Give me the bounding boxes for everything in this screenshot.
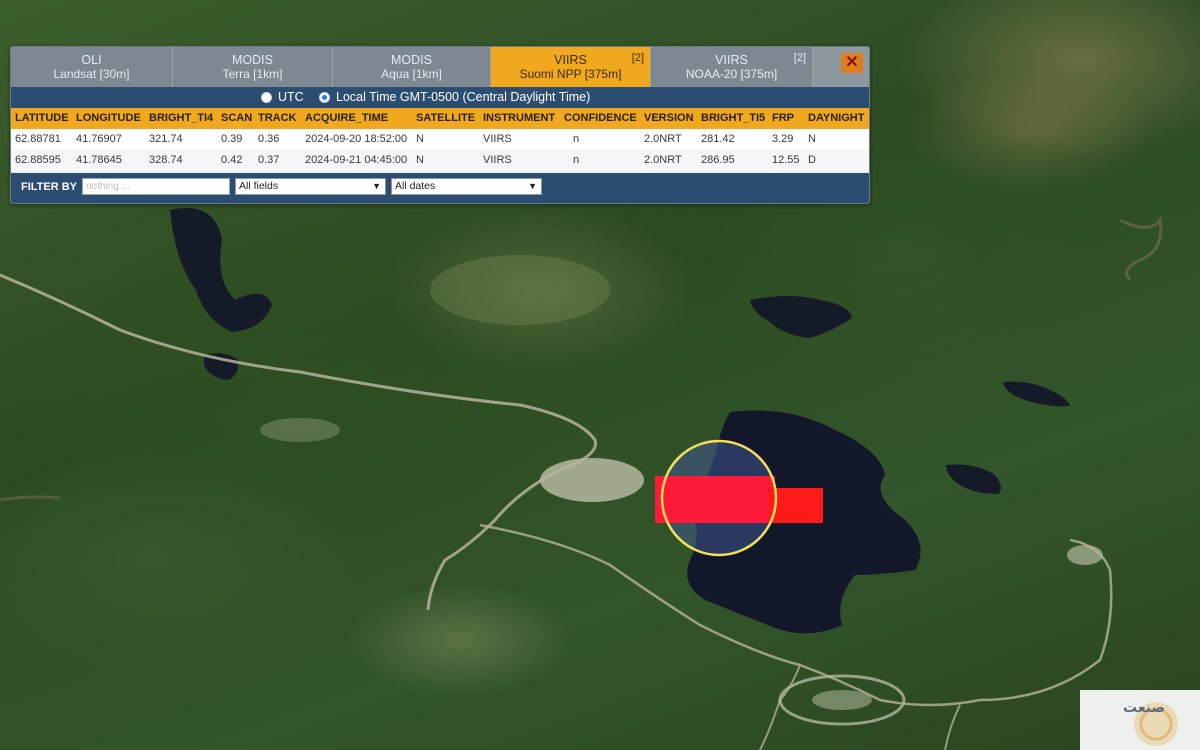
table-cell: 0.36 bbox=[258, 133, 280, 145]
table-cell: 2024-09-21 04:45:00 bbox=[305, 154, 408, 166]
time-zone-selector: UTC Local Time GMT-0500 (Central Dayligh… bbox=[11, 87, 869, 108]
column-header[interactable]: TRACK bbox=[258, 108, 297, 129]
clearing bbox=[812, 690, 872, 710]
chevron-down-icon: ▼ bbox=[372, 181, 381, 191]
table-cell: VIIRS bbox=[483, 133, 512, 145]
table-cell: N bbox=[416, 133, 424, 145]
table-cell: 2.0NRT bbox=[644, 154, 682, 166]
table-cell: 62.88781 bbox=[15, 133, 61, 145]
road bbox=[0, 273, 598, 611]
fire-detection-marker bbox=[655, 476, 775, 523]
field-select-value: All fields bbox=[239, 180, 279, 192]
lake bbox=[1003, 381, 1070, 407]
tab-viirs-suomi-npp[interactable]: VIIRS Suomi NPP [375m] [2] bbox=[491, 47, 651, 87]
field-select[interactable]: All fields ▼ bbox=[235, 178, 386, 195]
column-header[interactable]: LATITUDE bbox=[15, 108, 69, 129]
table-cell: 41.78645 bbox=[76, 154, 122, 166]
road bbox=[759, 664, 801, 750]
table-cell: 286.95 bbox=[701, 154, 735, 166]
tab-sublabel: Landsat [30m] bbox=[53, 67, 130, 81]
tab-count-badge: [2] bbox=[631, 52, 644, 64]
table-cell: 62.88595 bbox=[15, 154, 61, 166]
table-cell: 41.76907 bbox=[76, 133, 122, 145]
table-cell: 0.39 bbox=[221, 133, 243, 145]
tab-label: MODIS bbox=[232, 53, 273, 67]
table-cell: 328.74 bbox=[149, 154, 183, 166]
lake bbox=[750, 296, 852, 338]
table-cell: D bbox=[808, 154, 816, 166]
table-row[interactable]: 62.88781 41.76907 321.74 0.39 0.36 2024-… bbox=[11, 129, 869, 150]
close-icon[interactable]: ✕ bbox=[841, 53, 863, 73]
date-select[interactable]: All dates ▼ bbox=[391, 178, 542, 195]
tab-sublabel: NOAA-20 [375m] bbox=[685, 67, 778, 81]
clearing bbox=[540, 458, 644, 502]
tab-sublabel: Aqua [1km] bbox=[381, 67, 442, 81]
tab-modis-terra[interactable]: MODIS Terra [1km] bbox=[173, 47, 333, 87]
filter-text-input[interactable] bbox=[82, 178, 230, 195]
watermark-text: صنعت bbox=[1123, 700, 1165, 716]
table-cell: 2024-09-20 18:52:00 bbox=[305, 133, 408, 145]
watermark-logo: صنعت bbox=[1080, 690, 1200, 750]
column-header[interactable]: DAYNIGHT bbox=[808, 108, 864, 129]
tab-viirs-noaa-20[interactable]: VIIRS NOAA-20 [375m] [2] bbox=[651, 47, 813, 87]
column-header[interactable]: VERSION bbox=[644, 108, 694, 129]
column-header[interactable]: ACQUIRE_TIME bbox=[305, 108, 388, 129]
column-header[interactable]: CONFIDENCE bbox=[564, 108, 637, 129]
column-header[interactable]: FRP bbox=[772, 108, 794, 129]
clearing bbox=[430, 255, 610, 325]
table-header: LATITUDE LONGITUDE BRIGHT_TI4 SCAN TRACK… bbox=[11, 108, 869, 129]
tab-oli-landsat[interactable]: OLI Landsat [30m] bbox=[11, 47, 173, 87]
table-cell: VIIRS bbox=[483, 154, 512, 166]
table-cell: n bbox=[573, 133, 580, 145]
table-cell: n bbox=[573, 154, 580, 166]
table-cell: 0.37 bbox=[258, 154, 280, 166]
table-cell: 281.42 bbox=[701, 133, 735, 145]
tab-label: OLI bbox=[81, 53, 102, 67]
column-header[interactable]: BRIGHT_TI4 bbox=[149, 108, 213, 129]
column-header[interactable]: SATELLITE bbox=[416, 108, 475, 129]
column-header[interactable]: LONGITUDE bbox=[76, 108, 141, 129]
table-cell: N bbox=[416, 154, 424, 166]
sensor-tabs: OLI Landsat [30m] MODIS Terra [1km] MODI… bbox=[11, 47, 869, 87]
logo-emblem bbox=[1134, 702, 1178, 746]
lake bbox=[946, 464, 1001, 494]
clearing bbox=[260, 418, 340, 442]
column-header[interactable]: INSTRUMENT bbox=[483, 108, 555, 129]
clearing bbox=[1067, 545, 1103, 565]
utc-radio[interactable] bbox=[261, 92, 272, 103]
table-cell: 0.42 bbox=[221, 154, 243, 166]
river bbox=[0, 495, 61, 502]
tab-modis-aqua[interactable]: MODIS Aqua [1km] bbox=[333, 47, 491, 87]
filter-bar: FILTER BY All fields ▼ All dates ▼ bbox=[11, 173, 869, 203]
tab-label: VIIRS bbox=[715, 53, 748, 67]
column-header[interactable]: SCAN bbox=[221, 108, 252, 129]
local-time-label[interactable]: Local Time GMT-0500 (Central Daylight Ti… bbox=[336, 87, 590, 108]
river bbox=[1119, 216, 1163, 282]
road bbox=[944, 704, 961, 750]
filter-label: FILTER BY bbox=[21, 181, 78, 193]
tab-count-badge: [2] bbox=[793, 52, 806, 64]
tab-label: MODIS bbox=[391, 53, 432, 67]
tab-sublabel: Terra [1km] bbox=[222, 67, 283, 81]
lake bbox=[170, 208, 272, 332]
fire-info-panel: OLI Landsat [30m] MODIS Terra [1km] MODI… bbox=[10, 46, 870, 204]
chevron-down-icon: ▼ bbox=[528, 181, 537, 191]
tab-sublabel: Suomi NPP [375m] bbox=[519, 67, 622, 81]
date-select-value: All dates bbox=[395, 180, 436, 192]
table-cell: 2.0NRT bbox=[644, 133, 682, 145]
table-cell: 3.29 bbox=[772, 133, 794, 145]
table-cell: 12.55 bbox=[772, 154, 800, 166]
tab-label: VIIRS bbox=[554, 53, 587, 67]
table-cell: N bbox=[808, 133, 816, 145]
utc-label[interactable]: UTC bbox=[278, 87, 304, 108]
local-time-radio[interactable] bbox=[319, 92, 330, 103]
table-cell: 321.74 bbox=[149, 133, 183, 145]
table-row[interactable]: 62.88595 41.78645 328.74 0.42 0.37 2024-… bbox=[11, 150, 869, 171]
column-header[interactable]: BRIGHT_TI5 bbox=[701, 108, 765, 129]
